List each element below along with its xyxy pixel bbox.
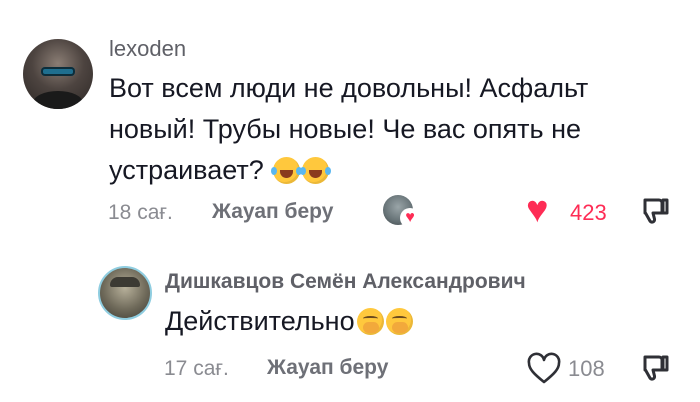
reply-text-content: Действительно (165, 306, 355, 336)
dislike-icon[interactable] (640, 352, 672, 384)
comment-timestamp: 18 сағ. (108, 201, 173, 224)
reply-text: Действительно (165, 303, 413, 339)
avatar-hat (110, 277, 140, 287)
like-heart-filled-icon[interactable]: ♥ (526, 190, 549, 230)
like-heart-outline-icon[interactable] (526, 352, 562, 386)
reply-timestamp: 17 сағ. (164, 357, 229, 380)
comment-text: Вот всем люди не довольны! Асфальт новый… (109, 68, 669, 191)
reply-button[interactable]: Жауап беру (212, 200, 333, 224)
creator-heart-icon: ♥ (400, 208, 420, 228)
reply-to-reply-button[interactable]: Жауап беру (267, 356, 388, 380)
dislike-icon[interactable] (640, 195, 672, 227)
avatar-sunglasses (41, 67, 75, 76)
reply-username[interactable]: Дишкавцов Семён Александрович (165, 270, 526, 294)
commenter-avatar[interactable] (23, 39, 93, 109)
rolling-on-floor-laughing-icon (300, 157, 332, 184)
reply-like-count: 108 (568, 356, 605, 381)
comment-username[interactable]: lexoden (109, 36, 186, 62)
reply-commenter-avatar[interactable] (98, 266, 152, 320)
avatar-shirt (33, 91, 83, 109)
comment-like-count: 423 (570, 200, 607, 225)
rolling-on-floor-laughing-icon (271, 157, 303, 184)
face-with-hand-over-mouth-icon (385, 308, 413, 335)
face-with-hand-over-mouth-icon (356, 308, 384, 335)
comment-text-content: Вот всем люди не довольны! Асфальт новый… (109, 73, 589, 185)
